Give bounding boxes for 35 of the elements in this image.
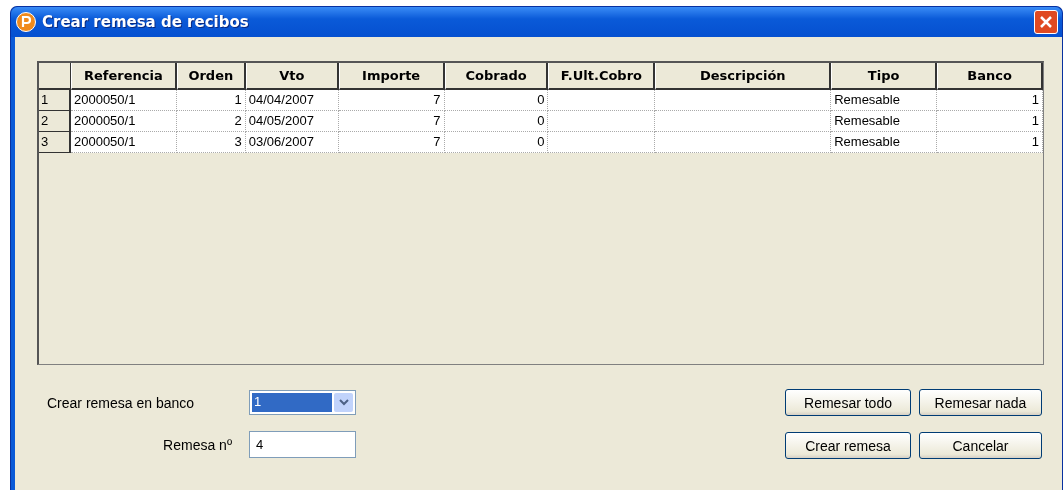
table-cell: 04/05/2007: [245, 111, 339, 132]
table-cell: 1: [937, 111, 1043, 132]
table-cell: 1: [176, 90, 246, 111]
table-cell: 2000050/1: [70, 90, 177, 111]
table-cell: 3: [176, 132, 246, 153]
remesa-input[interactable]: 4: [249, 431, 356, 458]
corner-header: [39, 63, 71, 90]
table-cell: 0: [444, 90, 549, 111]
dialog-button[interactable]: Crear remesa: [785, 432, 911, 459]
dialog-button[interactable]: Remesar todo: [785, 389, 911, 416]
logo-icon: [16, 12, 36, 32]
chevron-down-icon: [338, 399, 349, 406]
window-title: Crear remesa de recibos: [42, 13, 250, 31]
table-cell: 1: [937, 132, 1043, 153]
close-button[interactable]: [1034, 10, 1058, 34]
table-cell: Remesable: [831, 132, 938, 153]
table-cell: 7: [338, 90, 445, 111]
table-cell: Remesable: [831, 111, 938, 132]
table-cell: Remesable: [831, 90, 938, 111]
remesa-label: Remesa nº: [162, 436, 233, 453]
table-cell: 2: [176, 111, 246, 132]
table-cell: 2000050/1: [70, 132, 177, 153]
table-cell: 1: [937, 90, 1043, 111]
table-cell: 2000050/1: [70, 111, 177, 132]
table-cell: 7: [338, 111, 445, 132]
table-cell: 03/06/2007: [245, 132, 339, 153]
dialog-button[interactable]: Remesar nada: [919, 389, 1042, 416]
bank-dropdown[interactable]: 1: [249, 390, 356, 415]
dialog-button[interactable]: Cancelar: [919, 432, 1042, 459]
bank-label: Crear remesa en banco: [47, 394, 196, 411]
table-cell: 04/04/2007: [245, 90, 339, 111]
table-cell: 0: [444, 132, 549, 153]
table-cell: 7: [338, 132, 445, 153]
close-icon: [1039, 15, 1053, 29]
table-cell: 0: [444, 111, 549, 132]
